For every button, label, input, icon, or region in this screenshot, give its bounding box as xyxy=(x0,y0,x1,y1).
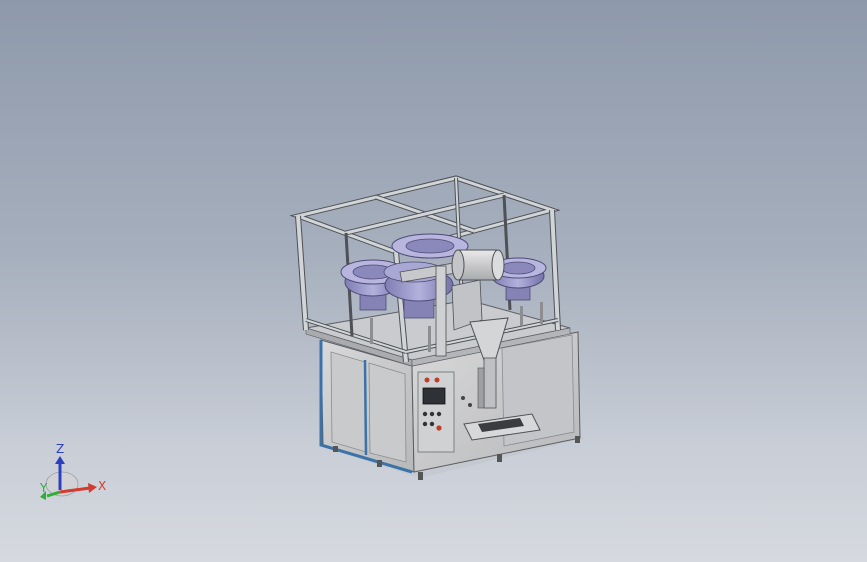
3d-viewport[interactable]: Z X Y xyxy=(0,0,867,562)
indicator-light xyxy=(424,377,430,383)
x-axis-label: X xyxy=(98,479,106,493)
orientation-triad[interactable]: Z X Y xyxy=(30,440,110,510)
foot xyxy=(333,446,338,452)
z-axis-label: Z xyxy=(56,442,64,456)
hmi-screen xyxy=(422,387,446,405)
control-panel xyxy=(417,371,455,453)
control-button xyxy=(422,411,428,417)
machine-model[interactable] xyxy=(0,0,867,562)
y-axis-label: Y xyxy=(39,481,48,495)
